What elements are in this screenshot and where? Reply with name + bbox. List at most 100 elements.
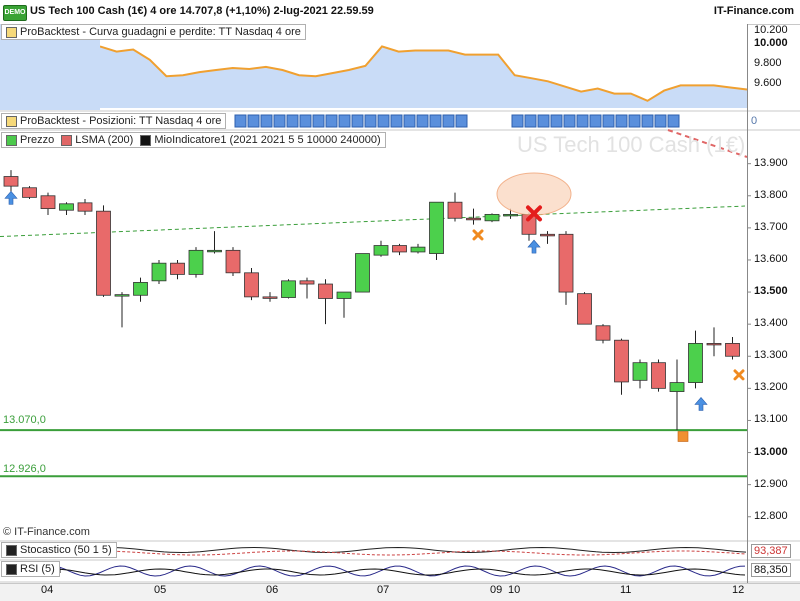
position-block	[299, 114, 312, 128]
equity-panel-label-text: ProBacktest - Curva guadagni e perdite: …	[20, 26, 301, 38]
price-legend[interactable]: Prezzo LSMA (200) MioIndicatore1 (2021 2…	[1, 132, 386, 148]
price-tick: 13.100	[754, 413, 788, 426]
position-block	[442, 114, 455, 128]
candle	[392, 245, 407, 253]
candle	[373, 245, 389, 256]
position-block	[286, 114, 299, 128]
candle	[114, 294, 130, 297]
candle	[725, 343, 740, 357]
position-block	[667, 114, 680, 128]
indicator-swatch-icon	[140, 134, 152, 146]
position-block	[416, 114, 429, 128]
candle	[595, 325, 611, 341]
candle	[651, 362, 666, 389]
candle	[558, 233, 574, 293]
position-block	[429, 114, 442, 128]
candle	[96, 210, 111, 296]
candle	[669, 382, 685, 392]
position-block	[390, 114, 403, 128]
price-legend-label: Prezzo	[20, 134, 55, 146]
stochastic-panel-label[interactable]: Stocastico (50 1 5)	[1, 542, 117, 558]
candle	[410, 246, 426, 253]
price-tick: 13.900	[754, 156, 788, 169]
candle	[503, 213, 518, 217]
position-block	[338, 114, 351, 128]
candle	[40, 195, 56, 210]
price-tick: 13.600	[754, 252, 788, 265]
date-label: 12	[732, 584, 745, 596]
candle	[429, 201, 444, 254]
candle	[336, 291, 352, 299]
price-panel	[0, 132, 747, 540]
candle	[318, 283, 333, 299]
date-label: 10	[508, 584, 521, 596]
equity-tick: 9.600	[754, 77, 782, 89]
candle	[299, 280, 315, 285]
position-block	[524, 114, 537, 128]
rsi-value: 88,350	[751, 563, 791, 577]
positions-value: 0	[751, 115, 758, 127]
positions-panel-label-text: ProBacktest - Posizioni: TT Nasdaq 4 ore	[20, 115, 222, 127]
price-tick: 13.400	[754, 317, 788, 330]
stochastic-value: 93,387	[751, 544, 791, 558]
price-tick: 12.800	[754, 509, 788, 522]
candle	[225, 249, 241, 274]
trade-highlight	[496, 172, 572, 216]
candle	[466, 217, 481, 221]
equity-tick: 10.000	[754, 37, 788, 49]
watermark: US Tech 100 Cash (1€)	[517, 132, 746, 157]
position-block	[511, 114, 524, 128]
time-axis-bar[interactable]	[0, 583, 800, 601]
positions-panel-label[interactable]: ProBacktest - Posizioni: TT Nasdaq 4 ore	[1, 113, 227, 129]
candle	[706, 343, 722, 346]
stochastic-swatch-icon	[6, 544, 17, 556]
date-label: 11	[620, 584, 632, 596]
candle	[170, 262, 185, 275]
chart-canvas[interactable]	[0, 0, 800, 600]
candle	[447, 201, 463, 219]
price-tick: 13.800	[754, 188, 788, 201]
date-label: 06	[266, 584, 279, 596]
candle	[22, 187, 37, 198]
candle	[151, 262, 167, 282]
equity-tick: 9.800	[754, 57, 782, 69]
rsi-panel-label[interactable]: RSI (5)	[1, 561, 60, 577]
position-block	[325, 114, 338, 128]
price-tick: 13.700	[754, 220, 788, 233]
candle	[632, 362, 648, 381]
level-label-1: 13.070,0	[3, 414, 46, 426]
level-label-2: 12.926,0	[3, 463, 46, 475]
equity-tick: 10.200	[754, 24, 788, 36]
candle	[262, 296, 278, 299]
position-block	[260, 114, 273, 128]
position-block	[641, 114, 654, 128]
candle	[577, 293, 592, 325]
candle	[188, 249, 204, 275]
equity-panel-label[interactable]: ProBacktest - Curva guadagni e perdite: …	[1, 24, 306, 40]
position-block	[654, 114, 667, 128]
date-label: 04	[41, 584, 54, 596]
candle	[244, 272, 259, 298]
position-block	[247, 114, 260, 128]
position-block	[550, 114, 563, 128]
rsi-panel	[0, 561, 747, 581]
price-tick: 13.300	[754, 349, 788, 362]
candle	[207, 249, 222, 253]
candle	[133, 282, 148, 296]
probacktest-icon	[6, 26, 17, 38]
candle	[614, 339, 629, 383]
rsi-swatch-icon	[6, 563, 17, 575]
position-block	[273, 114, 286, 128]
position-block	[602, 114, 615, 128]
probacktest-icon	[6, 115, 17, 127]
candle	[59, 203, 74, 211]
copyright: © IT-Finance.com	[3, 526, 90, 538]
stop-square-icon	[677, 431, 689, 442]
price-tick: 13.500	[754, 285, 788, 298]
date-label: 07	[377, 584, 390, 596]
stochastic-label-text: Stocastico (50 1 5)	[20, 544, 112, 556]
date-label: 05	[154, 584, 167, 596]
lsma-legend-label: LSMA (200)	[75, 134, 134, 146]
candle	[484, 213, 500, 222]
position-block	[537, 114, 550, 128]
